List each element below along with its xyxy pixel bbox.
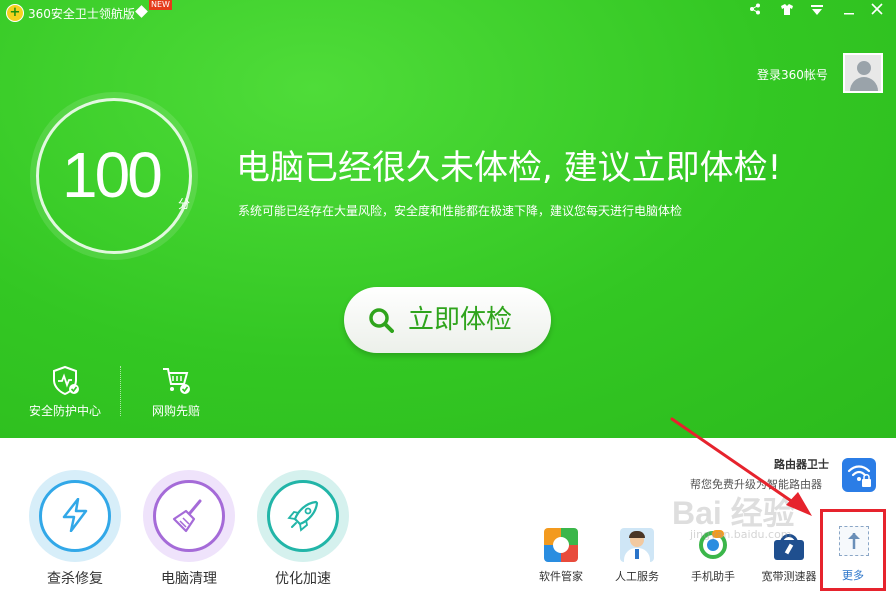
phone-assistant-label: 手机助手 xyxy=(691,570,735,583)
router-guard-title[interactable]: 路由器卫士 xyxy=(774,456,829,472)
app-logo-icon: + xyxy=(6,4,24,22)
headline: 电脑已经很久未体检, 建议立即体检! xyxy=(236,148,782,188)
optimize-speedup-button[interactable]: 优化加速 xyxy=(255,470,351,588)
menu-icon[interactable] xyxy=(806,2,828,22)
diamond-icon xyxy=(135,5,148,18)
watermark-sub: jingyan.baidu.com xyxy=(690,528,792,541)
virus-scan-repair-label: 查杀修复 xyxy=(47,571,103,587)
optimize-speedup-label: 优化加速 xyxy=(275,571,331,587)
login-link[interactable]: 登录360帐号 xyxy=(757,66,828,83)
close-icon[interactable] xyxy=(866,2,888,22)
subline: 系统可能已经存在大量风险，安全度和性能都在极速下降，建议您每天进行电脑体检 xyxy=(238,204,683,218)
human-service-button[interactable]: 人工服务 xyxy=(602,528,672,584)
minimize-icon[interactable] xyxy=(838,2,860,22)
human-service-label: 人工服务 xyxy=(615,570,659,583)
virus-scan-repair-button[interactable]: 查杀修复 xyxy=(27,470,123,588)
shopping-compensation-button[interactable]: 网购先赔 xyxy=(126,364,226,419)
title-bar: + 360安全卫士领航版 NEW xyxy=(0,0,896,26)
shopping-compensation-label: 网购先赔 xyxy=(151,404,200,418)
scan-now-button[interactable]: 立即体检 xyxy=(344,287,551,353)
pc-cleanup-label: 电脑清理 xyxy=(161,571,217,587)
skin-icon[interactable] xyxy=(776,2,798,22)
router-wifi-icon[interactable] xyxy=(842,458,876,492)
security-center-label: 安全防护中心 xyxy=(28,404,101,418)
rocket-icon xyxy=(287,500,319,532)
software-manager-label: 软件管家 xyxy=(539,570,583,583)
pc-cleanup-button[interactable]: 电脑清理 xyxy=(141,470,237,588)
main-panel: + 360安全卫士领航版 NEW 登录360帐号 100 分 电脑已经很久未体检… xyxy=(0,0,896,438)
shield-icon xyxy=(53,365,79,396)
app-title: 360安全卫士领航版 xyxy=(28,7,135,21)
human-service-icon xyxy=(620,528,654,562)
share-icon[interactable] xyxy=(744,2,766,22)
lightning-icon xyxy=(62,498,88,532)
security-center-button[interactable]: 安全防护中心 xyxy=(15,364,115,419)
more-button[interactable]: 更多 xyxy=(820,509,886,591)
software-manager-icon xyxy=(544,528,578,562)
more-label: 更多 xyxy=(842,569,864,582)
search-icon xyxy=(369,308,394,333)
avatar[interactable] xyxy=(843,53,883,93)
new-badge: NEW xyxy=(149,0,172,10)
scan-now-label: 立即体检 xyxy=(408,305,513,335)
broom-icon xyxy=(172,499,202,533)
software-manager-button[interactable]: 软件管家 xyxy=(526,528,596,584)
upload-arrow-icon xyxy=(839,526,869,556)
divider xyxy=(120,366,121,416)
cart-icon xyxy=(163,368,190,394)
broadband-speed-label: 宽带测速器 xyxy=(761,570,817,583)
score-unit: 分 xyxy=(178,197,191,211)
score-value: 100 xyxy=(62,139,163,211)
